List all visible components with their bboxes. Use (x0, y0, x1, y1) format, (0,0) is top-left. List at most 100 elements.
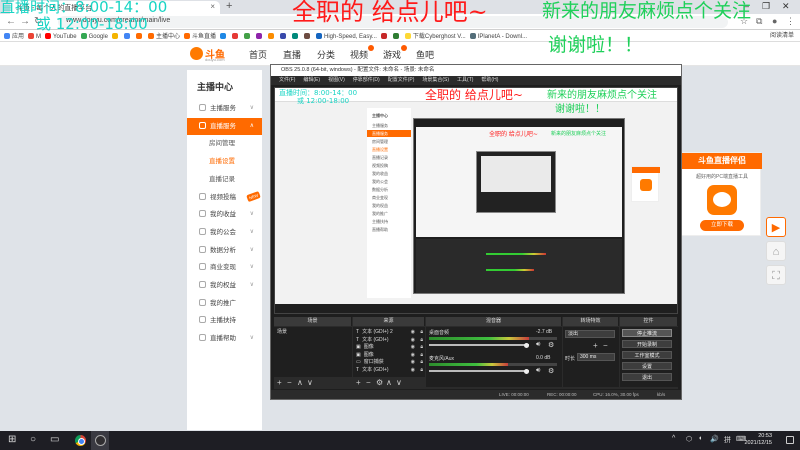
chrome-icon[interactable] (75, 435, 86, 446)
download-button[interactable]: 立即下载 (700, 220, 744, 231)
source-item[interactable]: ▣ 图像 ◉ 🔒︎ (353, 344, 425, 351)
scenes-list[interactable]: 场景 (274, 327, 352, 377)
obs-menu-item[interactable]: 视图(V) (328, 77, 345, 83)
sidebar-subitem[interactable]: 房间管理 (187, 135, 262, 152)
nav-games[interactable]: 游戏 (383, 48, 401, 61)
reading-list[interactable]: 阅读清单 (770, 30, 794, 41)
scene-down-button[interactable]: ∨ (307, 379, 313, 387)
scene-item[interactable]: 场景 (274, 329, 352, 336)
nav-live[interactable]: 直播 (283, 48, 301, 61)
lock-icon[interactable]: 🔒︎ (420, 344, 423, 351)
sidebar-item[interactable]: 直播服务 ∧ (187, 117, 262, 135)
bookmark-item[interactable] (380, 31, 389, 41)
visibility-eye-icon[interactable]: ◉ (411, 359, 415, 366)
bookmark-item[interactable] (303, 31, 312, 41)
visibility-eye-icon[interactable]: ◉ (411, 352, 415, 359)
visibility-eye-icon[interactable]: ◉ (411, 367, 415, 374)
menu-icon[interactable]: ⋮ (786, 16, 795, 27)
volume-slider-knob[interactable] (524, 368, 529, 374)
source-item[interactable]: T 文本 (GDI+) 2 ◉ 🔒︎ (353, 329, 425, 336)
fullscreen-float-icon[interactable]: ⛶ (766, 265, 786, 285)
sidebar-subitem[interactable]: 直播记录 (187, 171, 262, 188)
visibility-eye-icon[interactable]: ◉ (411, 337, 415, 344)
profile-icon[interactable]: ● (772, 16, 777, 26)
sidebar-item[interactable]: 商业变现 ∨ (187, 259, 262, 276)
task-view-icon[interactable]: ▭ (50, 434, 59, 445)
obs-control-button[interactable]: 退出 (622, 373, 672, 381)
duration-input[interactable]: 300 ms (577, 353, 615, 361)
tray-volume-icon[interactable]: 🔊 (710, 435, 719, 443)
sidebar-item[interactable]: 视频投稿 NEW (187, 189, 262, 206)
bookmark-item[interactable]: 应用 (4, 31, 24, 41)
nav-home[interactable]: 首页 (249, 48, 267, 61)
bookmark-item[interactable]: 主播中心 (147, 31, 180, 41)
source-up-button[interactable]: ∧ (386, 379, 392, 387)
companion-app-ad[interactable]: 斗鱼直播伴侣 超好用的PC端直播工具 立即下载 (681, 152, 762, 236)
bookmark-item[interactable] (291, 31, 300, 41)
mute-speaker-icon[interactable]: 🔊︎ (536, 367, 540, 375)
tray-network-icon[interactable]: ◖ (698, 435, 702, 442)
new-tab-button[interactable]: + (226, 0, 232, 12)
visibility-eye-icon[interactable]: ◉ (411, 344, 415, 351)
sidebar-item[interactable]: 我的权益 ∨ (187, 277, 262, 294)
lock-icon[interactable]: 🔒︎ (420, 367, 423, 374)
back-icon[interactable]: ← (6, 16, 16, 27)
sidebar-item[interactable]: 数据分析 ∨ (187, 242, 262, 259)
volume-slider[interactable] (429, 370, 529, 372)
bookmark-item[interactable]: IPlanetA - Downl... (469, 31, 527, 41)
obs-menu-item[interactable]: 编辑(E) (303, 77, 320, 83)
close-window-button[interactable]: ✕ (782, 1, 790, 12)
sidebar-item[interactable]: 主播扶持 (187, 312, 262, 329)
sidebar-item[interactable]: 直播帮助 ∨ (187, 330, 262, 347)
sidebar-item[interactable]: 主播服务 ∨ (187, 100, 262, 117)
add-transition-button[interactable]: + (593, 342, 598, 350)
add-scene-button[interactable]: + (277, 379, 282, 387)
bookmark-item[interactable] (243, 31, 252, 41)
douyu-logo[interactable]: 斗鱼 douyu.com (190, 45, 234, 63)
source-item[interactable]: T 文本 (GDI+) ◉ 🔒︎ (353, 337, 425, 344)
nav-video[interactable]: 视频 (350, 48, 368, 61)
tray-overflow-icon[interactable]: ^ (672, 435, 675, 442)
volume-slider-knob[interactable] (524, 342, 529, 348)
bookmark-item[interactable] (279, 31, 288, 41)
tray-defender-icon[interactable]: ⬡ (686, 435, 692, 443)
remove-scene-button[interactable]: − (287, 379, 292, 387)
home-float-icon[interactable]: ⌂ (766, 241, 786, 261)
visibility-eye-icon[interactable]: ◉ (411, 329, 415, 336)
remove-source-button[interactable]: − (366, 379, 371, 387)
obs-menu-item[interactable]: 文件(F) (279, 77, 295, 83)
add-source-button[interactable]: + (356, 379, 361, 387)
sources-list[interactable]: T 文本 (GDI+) 2 ◉ 🔒︎ T 文本 (GDI+) ◉ 🔒︎ ▣ 图像 ◉ 🔒︎ ▣ 图像 ◉ 🔒︎… (353, 327, 425, 377)
obs-preview[interactable]: 主播中心 主播服务 直播服务 房间管理 直播设置 直播记录 视频投稿 我的收益 … (274, 87, 678, 314)
lock-icon[interactable]: 🔒︎ (420, 359, 423, 366)
obs-control-button[interactable]: 设置 (622, 362, 672, 370)
extensions-icon[interactable]: ⧉ (756, 16, 762, 27)
obs-menu-item[interactable]: 帮助(H) (481, 77, 498, 83)
bookmark-item[interactable] (392, 31, 401, 41)
source-settings-button[interactable]: ⚙ (376, 379, 383, 387)
bookmark-item[interactable] (267, 31, 276, 41)
obs-control-button[interactable]: 停止推流 (622, 329, 672, 337)
bookmark-item[interactable] (255, 31, 264, 41)
bookmark-item[interactable]: 斗鱼直播 (183, 31, 216, 41)
sidebar-item[interactable]: 我的收益 ∨ (187, 206, 262, 223)
bookmark-item[interactable]: High-Speed, Easy... (315, 31, 377, 41)
search-icon[interactable]: ○ (30, 434, 36, 445)
remove-transition-button[interactable]: − (603, 342, 608, 350)
transition-select[interactable]: 淡出 (565, 330, 615, 338)
bookmark-item[interactable] (231, 31, 240, 41)
lock-icon[interactable]: 🔒︎ (420, 352, 423, 359)
bookmark-item[interactable] (219, 31, 228, 41)
volume-slider[interactable] (429, 344, 529, 346)
sidebar-subitem[interactable]: 直播设置 (187, 153, 262, 170)
mute-speaker-icon[interactable]: 🔊︎ (536, 341, 540, 349)
lock-icon[interactable]: 🔒︎ (420, 337, 423, 344)
bookmark-item[interactable]: 下载Cyberghost V... (404, 31, 466, 41)
obs-control-button[interactable]: 工作室模式 (622, 351, 672, 359)
sidebar-item[interactable]: 我的公会 ∨ (187, 224, 262, 241)
tab-close-icon[interactable]: × (210, 2, 215, 11)
notification-icon[interactable] (786, 436, 794, 444)
lock-icon[interactable]: 🔒︎ (420, 329, 423, 336)
obs-menu-item[interactable]: 场景集合(S) (422, 77, 449, 83)
source-item[interactable]: ▣ 图像 ◉ 🔒︎ (353, 352, 425, 359)
